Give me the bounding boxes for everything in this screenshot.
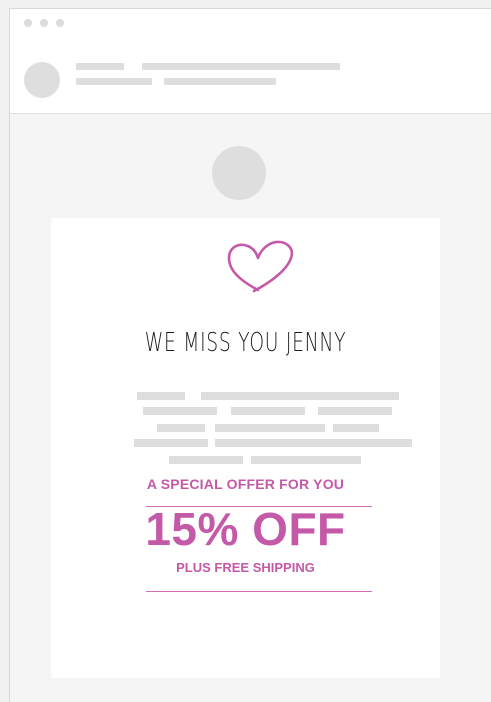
text-line-placeholder [215, 439, 412, 447]
text-line-placeholder [251, 456, 361, 464]
offer-title: A SPECIAL OFFER FOR YOU [146, 476, 345, 492]
text-line-placeholder [231, 407, 305, 415]
greeting-heading: WE MISS YOU JENNY [144, 328, 347, 358]
email-header [10, 41, 491, 114]
window-maximize-dot-icon[interactable] [56, 19, 64, 27]
offer-divider-bottom [146, 591, 372, 592]
text-line-placeholder [215, 424, 325, 432]
discount-amount[interactable]: 15% OFF [51, 506, 440, 552]
text-line-placeholder [157, 424, 205, 432]
window-minimize-dot-icon[interactable] [40, 19, 48, 27]
heart-icon [227, 240, 294, 293]
text-line-placeholder [137, 392, 185, 400]
text-line-placeholder [169, 456, 243, 464]
email-body-card: WE MISS YOU JENNY A SPECIAL OFFER FOR YO… [51, 218, 440, 678]
window-titlebar [10, 9, 491, 42]
sender-address-placeholder [76, 78, 152, 85]
brand-logo-placeholder [212, 146, 266, 200]
sender-header-avatar [24, 62, 60, 98]
date-placeholder [164, 78, 276, 85]
text-line-placeholder [318, 407, 392, 415]
sender-name-placeholder [76, 63, 124, 70]
shipping-text: PLUS FREE SHIPPING [176, 560, 315, 575]
subject-placeholder [142, 63, 340, 70]
window-close-dot-icon[interactable] [24, 19, 32, 27]
text-line-placeholder [143, 407, 217, 415]
text-line-placeholder [333, 424, 379, 432]
text-line-placeholder [201, 392, 399, 400]
text-line-placeholder [134, 439, 208, 447]
